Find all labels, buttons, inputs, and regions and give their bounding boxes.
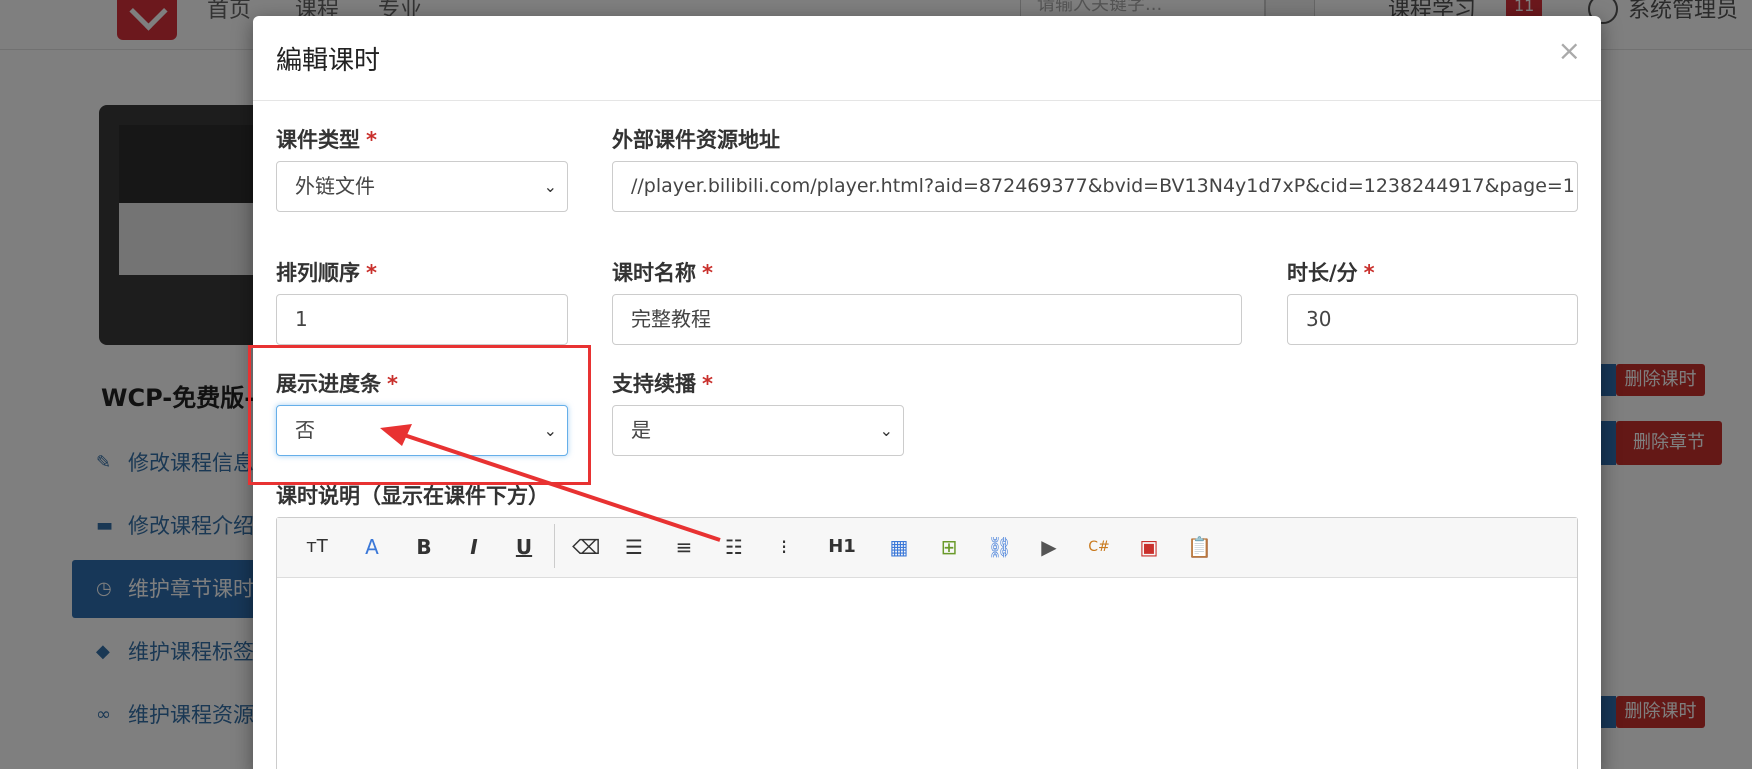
label-text: 外部课件资源地址 bbox=[612, 128, 780, 152]
table-icon[interactable]: ▦ bbox=[887, 532, 911, 562]
close-icon[interactable]: × bbox=[1558, 34, 1581, 67]
external-url-input[interactable]: //player.bilibili.com/player.html?aid=87… bbox=[612, 161, 1578, 212]
required-mark: * bbox=[366, 261, 377, 285]
chevron-down-icon: ⌄ bbox=[879, 421, 893, 440]
chevron-down-icon: ⌄ bbox=[543, 177, 557, 196]
modal-header: 編輯课时 × bbox=[253, 16, 1601, 101]
duration-input[interactable]: 30 bbox=[1287, 294, 1578, 345]
select-value: 是 bbox=[631, 418, 651, 442]
sort-order-label: 排列顺序 * bbox=[276, 257, 377, 287]
insert-row-icon[interactable]: ⊞ bbox=[937, 532, 961, 562]
ordered-list-icon[interactable]: ☷ bbox=[722, 532, 746, 562]
courseware-type-select[interactable]: 外链文件 ⌄ bbox=[276, 161, 568, 212]
external-url-label: 外部课件资源地址 bbox=[612, 124, 780, 154]
link-icon[interactable]: ⛓ bbox=[987, 532, 1012, 562]
toolbar-separator bbox=[554, 524, 555, 568]
support-resume-select[interactable]: 是 ⌄ bbox=[612, 405, 904, 456]
required-mark: * bbox=[1363, 261, 1375, 285]
font-size-button[interactable]: тT bbox=[297, 532, 337, 562]
heading-button[interactable]: H1 bbox=[822, 532, 862, 562]
label-text: 课时名称 bbox=[612, 261, 696, 285]
editor-toolbar: тT A B I U ⌫ ☰ ≡ ☷ ⁝ H1 ▦ ⊞ ⛓ ▶ C# ▣ 📋 bbox=[277, 518, 1577, 578]
rich-text-editor[interactable]: тT A B I U ⌫ ☰ ≡ ☷ ⁝ H1 ▦ ⊞ ⛓ ▶ C# ▣ 📋 bbox=[276, 517, 1578, 769]
required-mark: * bbox=[366, 128, 377, 152]
label-text: 课件类型 bbox=[276, 128, 360, 152]
bold-button[interactable]: B bbox=[412, 532, 436, 562]
courseware-type-label: 课件类型 * bbox=[276, 124, 377, 154]
duration-label: 时长/分 * bbox=[1287, 257, 1375, 287]
support-resume-label: 支持续播 * bbox=[612, 368, 713, 398]
align-left-icon[interactable]: ☰ bbox=[622, 532, 646, 562]
lesson-name-label: 课时名称 * bbox=[612, 257, 713, 287]
eraser-icon[interactable]: ⌫ bbox=[572, 532, 600, 562]
italic-button[interactable]: I bbox=[462, 532, 486, 562]
required-mark: * bbox=[702, 261, 713, 285]
font-color-button[interactable]: A bbox=[357, 532, 387, 562]
select-value: 外链文件 bbox=[295, 174, 375, 198]
image-icon[interactable]: ▣ bbox=[1137, 532, 1161, 562]
label-text: 排列顺序 bbox=[276, 261, 360, 285]
label-text: 支持续播 bbox=[612, 372, 696, 396]
lesson-name-input[interactable]: 完整教程 bbox=[612, 294, 1242, 345]
annotation-highlight-box bbox=[248, 345, 591, 485]
label-text: 时长/分 bbox=[1287, 261, 1358, 285]
sort-order-input[interactable]: 1 bbox=[276, 294, 568, 345]
required-mark: * bbox=[702, 372, 713, 396]
modal-title: 編輯课时 bbox=[276, 46, 381, 76]
paste-icon[interactable]: 📋 bbox=[1187, 532, 1212, 562]
unordered-list-icon[interactable]: ⁝ bbox=[772, 532, 796, 562]
underline-button[interactable]: U bbox=[512, 532, 536, 562]
align-center-icon[interactable]: ≡ bbox=[672, 532, 696, 562]
video-icon[interactable]: ▶ bbox=[1037, 532, 1061, 562]
code-icon[interactable]: C# bbox=[1087, 532, 1111, 562]
